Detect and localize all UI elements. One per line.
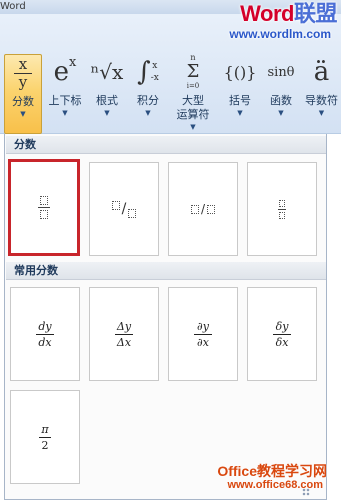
- small-fraction-tile[interactable]: [247, 162, 317, 256]
- large-operator-label-line2: 运算符: [176, 108, 210, 121]
- fraction-label: 分数: [12, 95, 34, 108]
- section-header-fraction: 分数: [6, 136, 326, 154]
- chevron-down-icon: ▼: [318, 109, 325, 117]
- radical-icon: ⁿ√x: [90, 60, 124, 84]
- section-header-common-fractions: 常用分数: [6, 262, 326, 280]
- bracket-icon: {()}: [223, 62, 257, 82]
- large-operator-label: 大型: [182, 94, 204, 107]
- watermark-bottom-text: Office教程学习网: [217, 463, 327, 479]
- chevron-down-icon: ▼: [145, 109, 151, 117]
- accent-label: 导数符: [305, 94, 338, 107]
- chevron-down-icon: ▼: [104, 109, 110, 117]
- fraction-button[interactable]: x y 分数 ▼: [4, 54, 42, 134]
- watermark-logo: Word联盟: [240, 1, 337, 26]
- chevron-down-icon: ▼: [237, 109, 243, 117]
- large-operator-button[interactable]: n Σ i=0 大型 运算符 ▼: [170, 53, 216, 134]
- function-button[interactable]: sinθ 函数 ▼: [262, 54, 300, 134]
- watermark-bottom-url: www.office68.com: [227, 479, 323, 491]
- integral-icon: ∫ x -x: [137, 57, 159, 87]
- skewed-fraction-tile[interactable]: /: [89, 162, 159, 256]
- script-label: 上下标: [48, 94, 82, 107]
- function-label: 函数: [270, 94, 292, 107]
- chevron-down-icon: ▼: [62, 109, 68, 117]
- chevron-down-icon: ▼: [20, 110, 26, 118]
- chevron-down-icon: ▼: [190, 123, 196, 131]
- summation-icon: n Σ i=0: [186, 53, 200, 90]
- watermark-url: www.wordlm.com: [229, 27, 331, 41]
- superscript-icon: ex: [53, 54, 77, 88]
- fraction-small-delta-y-x-tile[interactable]: δy δx: [247, 287, 317, 381]
- stacked-fraction-tile[interactable]: [8, 159, 80, 256]
- accent-button[interactable]: ä 导数符 ▼: [302, 54, 341, 134]
- chevron-down-icon: ▼: [278, 109, 284, 117]
- integral-label: 积分: [137, 94, 159, 107]
- fraction-gallery: 分数 / / 常用分数 dy dx Δy Δx ∂y ∂x δy δx π2: [4, 134, 327, 500]
- radical-button[interactable]: ⁿ√x 根式 ▼: [88, 54, 126, 134]
- bracket-label: 括号: [229, 94, 251, 107]
- fraction-partial-y-partial-x-tile[interactable]: ∂y ∂x: [168, 287, 238, 381]
- function-icon: sinθ: [267, 64, 295, 80]
- script-button[interactable]: ex 上下标 ▼: [44, 54, 86, 134]
- fraction-icon: x y: [5, 55, 41, 91]
- bracket-button[interactable]: {()} 括号 ▼: [220, 54, 260, 134]
- linear-fraction-tile[interactable]: /: [168, 162, 238, 256]
- radical-label: 根式: [96, 94, 118, 107]
- fraction-dy-dx-tile[interactable]: dy dx: [10, 287, 80, 381]
- accent-icon: ä: [313, 57, 330, 87]
- integral-button[interactable]: ∫ x -x 积分 ▼: [128, 54, 168, 134]
- fraction-delta-y-delta-x-tile[interactable]: Δy Δx: [89, 287, 159, 381]
- app-title: Word: [0, 1, 26, 12]
- fraction-pi-over-2-tile[interactable]: π2: [10, 390, 80, 484]
